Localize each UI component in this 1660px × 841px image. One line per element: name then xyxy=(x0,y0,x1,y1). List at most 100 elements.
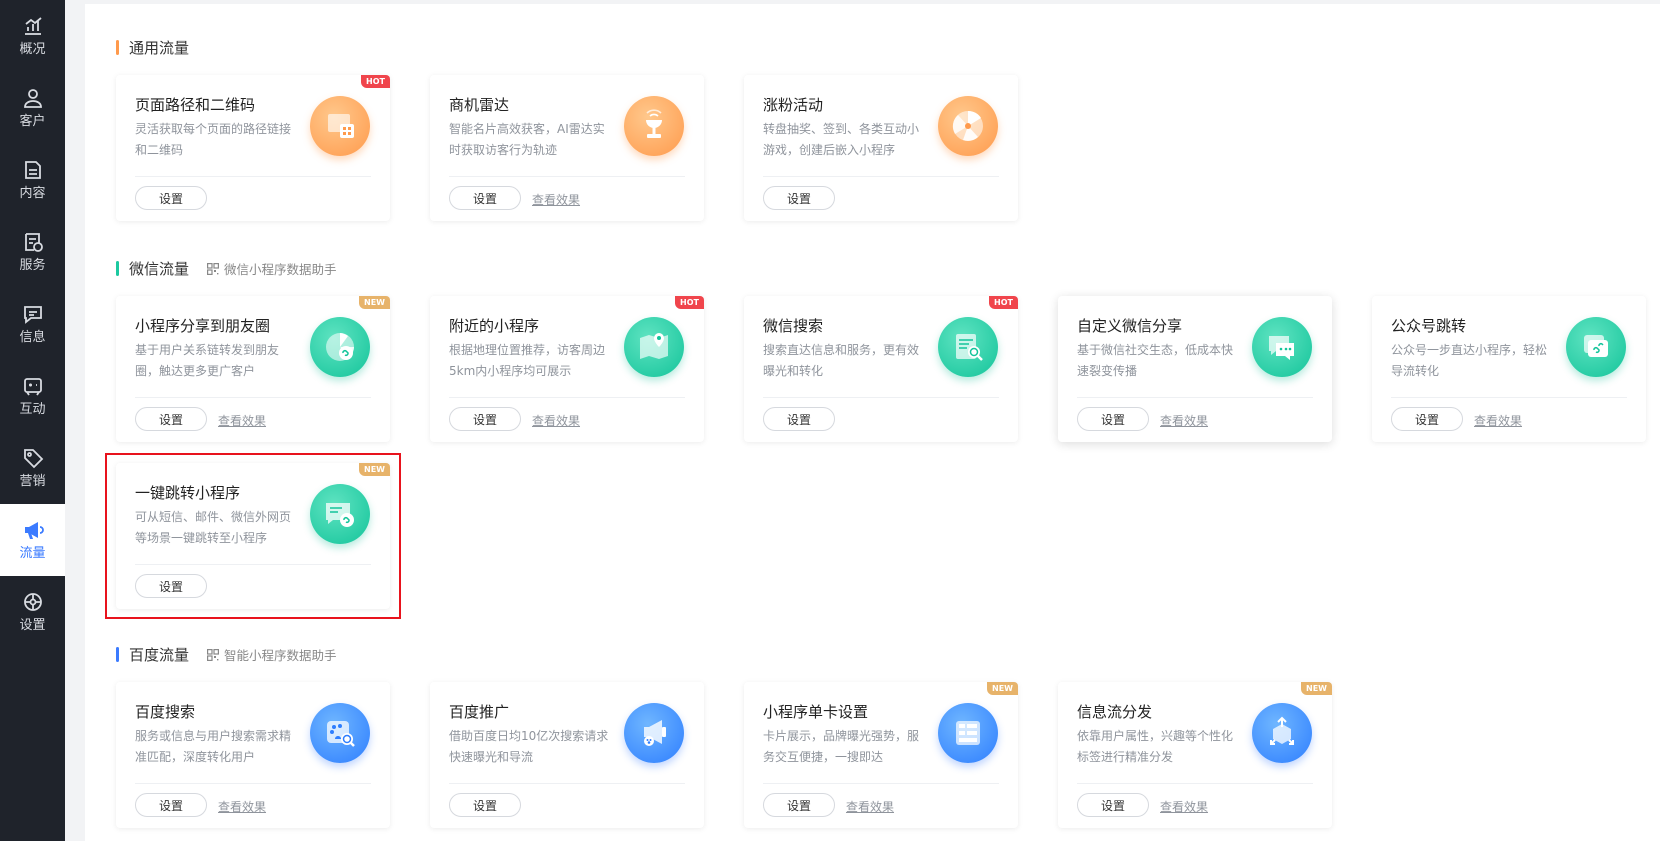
wheel-icon xyxy=(938,96,998,156)
card-radar: 商机雷达 智能名片高效获客，AI雷达实时获取访客行为轨迹 设置 查看效果 xyxy=(430,75,704,221)
helper-label: 微信小程序数据助手 xyxy=(224,262,337,277)
card-divider xyxy=(135,176,371,177)
card-title: 涨粉活动 xyxy=(763,96,824,114)
set-button[interactable]: 设置 xyxy=(449,407,521,431)
view-effect-link[interactable]: 查看效果 xyxy=(1160,798,1208,815)
settings-icon xyxy=(23,593,42,611)
sidebar-item-service[interactable]: 服务 xyxy=(0,216,65,288)
section-bar xyxy=(116,40,119,55)
card-nearby: HOT 附近的小程序 根据地理位置推荐，访客周边5km内小程序均可展示 设置 查… xyxy=(430,296,704,442)
view-effect-link[interactable]: 查看效果 xyxy=(1474,412,1522,429)
card-divider xyxy=(1077,397,1313,398)
card-title: 商机雷达 xyxy=(449,96,510,114)
search-doc-icon xyxy=(938,317,998,377)
new-badge: NEW xyxy=(987,682,1018,695)
section-general-title: 通用流量 xyxy=(116,37,189,58)
sidebar-item-interaction[interactable]: 互动 xyxy=(0,360,65,432)
set-button[interactable]: 设置 xyxy=(135,793,207,817)
sidebar-item-overview[interactable]: 概况 xyxy=(0,0,65,72)
wechat-icon xyxy=(1252,317,1312,377)
moments-share-icon xyxy=(310,317,370,377)
service-icon xyxy=(24,233,43,252)
sidebar-item-traffic[interactable]: 流量 xyxy=(0,504,65,576)
view-effect-link[interactable]: 查看效果 xyxy=(1160,412,1208,429)
view-effect-link[interactable]: 查看效果 xyxy=(218,412,266,429)
view-effect-link[interactable]: 查看效果 xyxy=(846,798,894,815)
set-button[interactable]: 设置 xyxy=(1077,793,1149,817)
card-divider xyxy=(763,176,999,177)
qrcode-icon xyxy=(207,648,220,661)
interact-icon xyxy=(23,378,42,396)
chart-icon xyxy=(24,17,42,35)
card-title: 页面路径和二维码 xyxy=(135,96,256,114)
set-button[interactable]: 设置 xyxy=(449,186,521,210)
view-effect-link[interactable]: 查看效果 xyxy=(532,191,580,208)
card-divider xyxy=(449,783,685,784)
card-divider xyxy=(763,397,999,398)
sidebar-item-label: 流量 xyxy=(19,546,46,561)
section-bar xyxy=(116,261,119,276)
section-wechat-title: 微信流量 微信小程序数据助手 xyxy=(116,258,337,279)
card-desc: 依靠用户属性，兴趣等个性化标签进行精准分发 xyxy=(1077,729,1234,764)
baidu-data-helper-link[interactable]: 智能小程序数据助手 xyxy=(207,645,337,664)
card-title: 附近的小程序 xyxy=(449,317,540,335)
card-divider xyxy=(1077,783,1313,784)
card-baidu-promotion: 百度推广 借助百度日均10亿次搜索请求快速曝光和导流 设置 xyxy=(430,682,704,828)
card-divider xyxy=(135,397,371,398)
sidebar-item-label: 客户 xyxy=(19,114,46,129)
card-single-card: NEW 小程序单卡设置 卡片展示，品牌曝光强势，服务交互便捷，一搜即达 设置 查… xyxy=(744,682,1018,828)
hot-badge: HOT xyxy=(361,75,390,88)
baidu-search-icon xyxy=(310,703,370,763)
card-title: 百度推广 xyxy=(449,703,510,721)
card-custom-share: 自定义微信分享 基于微信社交生态，低成本快速裂变传播 设置 查看效果 xyxy=(1058,296,1332,442)
card-title: 信息流分发 xyxy=(1077,703,1153,721)
new-badge: NEW xyxy=(1301,682,1332,695)
hot-badge: HOT xyxy=(675,296,704,309)
card-title: 百度搜索 xyxy=(135,703,196,721)
card-feed-distribution: NEW 信息流分发 依靠用户属性，兴趣等个性化标签进行精准分发 设置 查看效果 xyxy=(1058,682,1332,828)
sidebar-item-settings[interactable]: 设置 xyxy=(0,576,65,648)
set-button[interactable]: 设置 xyxy=(763,793,835,817)
set-button[interactable]: 设置 xyxy=(135,407,207,431)
card-divider xyxy=(449,176,685,177)
sidebar-item-label: 概况 xyxy=(19,42,46,57)
section-baidu-title: 百度流量 智能小程序数据助手 xyxy=(116,644,337,665)
wechat-data-helper-link[interactable]: 微信小程序数据助手 xyxy=(207,259,337,278)
set-button[interactable]: 设置 xyxy=(135,186,207,210)
set-button[interactable]: 设置 xyxy=(449,793,521,817)
card-title: 小程序单卡设置 xyxy=(763,703,869,721)
card-wx-search: HOT 微信搜索 搜索直达信息和服务，更有效曝光和转化 设置 xyxy=(744,296,1018,442)
tag-icon xyxy=(23,449,43,469)
qrcode-page-icon xyxy=(310,96,370,156)
view-effect-link[interactable]: 查看效果 xyxy=(218,798,266,815)
map-pin-icon xyxy=(624,317,684,377)
card-page-path: HOT 页面路径和二维码 灵活获取每个页面的路径链接和二维码 设置 xyxy=(116,75,390,221)
section-title-text: 百度流量 xyxy=(129,646,190,664)
user-icon xyxy=(23,89,42,108)
card-desc: 服务或信息与用户搜索需求精准匹配，深度转化用户 xyxy=(135,729,292,764)
card-title: 自定义微信分享 xyxy=(1077,317,1183,335)
sidebar-item-content[interactable]: 内容 xyxy=(0,144,65,216)
official-account-icon xyxy=(1566,317,1626,377)
helper-label: 智能小程序数据助手 xyxy=(224,648,337,663)
card-desc: 公众号一步直达小程序，轻松导流转化 xyxy=(1391,343,1548,378)
set-button[interactable]: 设置 xyxy=(1391,407,1463,431)
baidu-megaphone-icon xyxy=(624,703,684,763)
sidebar-item-customers[interactable]: 客户 xyxy=(0,72,65,144)
set-button[interactable]: 设置 xyxy=(1077,407,1149,431)
card-title: 微信搜索 xyxy=(763,317,824,335)
qrcode-icon xyxy=(207,262,220,275)
sidebar-item-label: 互动 xyxy=(19,402,46,417)
card-desc: 智能名片高效获客，AI雷达实时获取访客行为轨迹 xyxy=(449,122,605,157)
set-button[interactable]: 设置 xyxy=(763,186,835,210)
sidebar-item-label: 设置 xyxy=(19,618,46,633)
set-button[interactable]: 设置 xyxy=(763,407,835,431)
new-badge: NEW xyxy=(359,296,390,309)
hot-badge: HOT xyxy=(989,296,1018,309)
card-divider xyxy=(135,783,371,784)
view-effect-link[interactable]: 查看效果 xyxy=(532,412,580,429)
sidebar-item-messages[interactable]: 信息 xyxy=(0,288,65,360)
sidebar-item-marketing[interactable]: 营销 xyxy=(0,432,65,504)
card-desc: 借助百度日均10亿次搜索请求快速曝光和导流 xyxy=(449,729,609,764)
card-desc: 灵活获取每个页面的路径链接和二维码 xyxy=(135,122,292,157)
